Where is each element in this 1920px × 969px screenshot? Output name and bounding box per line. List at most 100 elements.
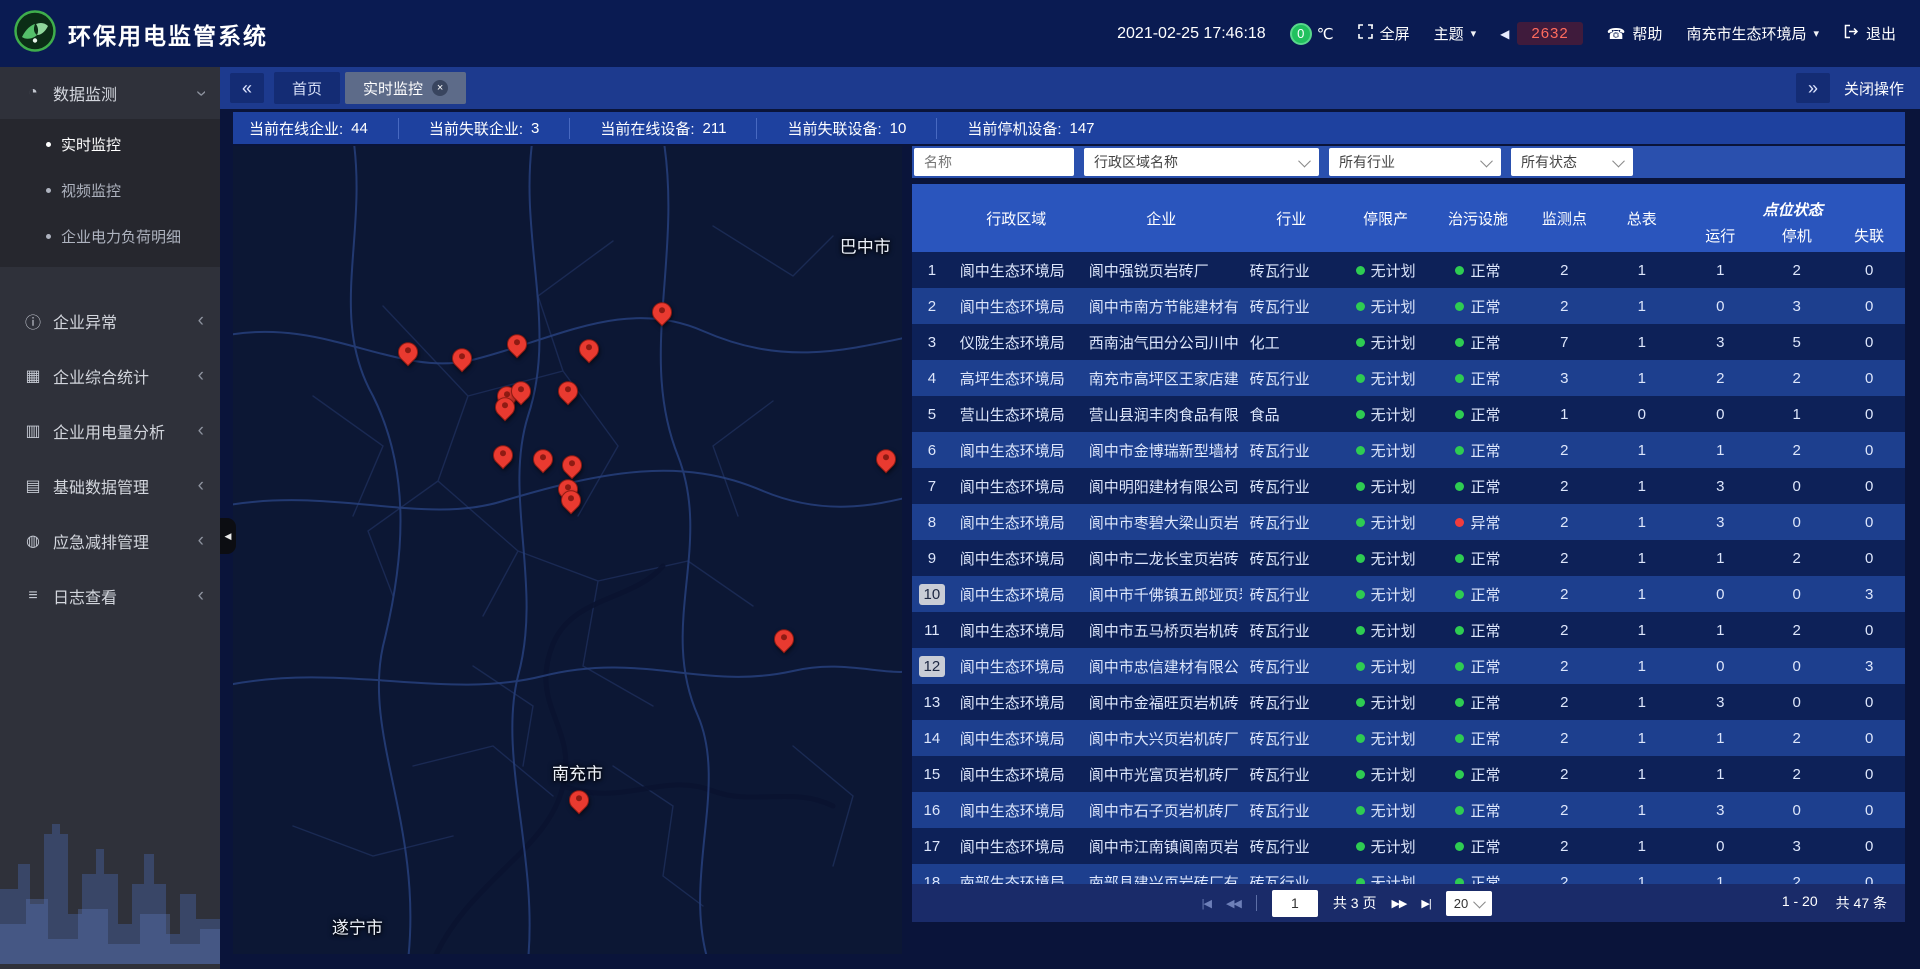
table-row[interactable]: 17 阆中生态环境局 阆中市江南镇阆南页岩 砖瓦行业 无计划 正常 2 1 0 <box>912 828 1905 864</box>
map-pin-icon[interactable] <box>562 455 582 475</box>
table-row[interactable]: 11 阆中生态环境局 阆中市五马桥页岩机砖 砖瓦行业 无计划 正常 2 1 1 <box>912 612 1905 648</box>
stat-item: 当前在线设备: 211 <box>569 118 756 139</box>
cell-industry: 砖瓦行业 <box>1242 432 1341 468</box>
table-row[interactable]: 1 阆中生态环境局 阆中强锐页岩砖厂 砖瓦行业 无计划 正常 2 1 1 <box>912 252 1905 288</box>
map-pin-icon[interactable] <box>561 490 581 510</box>
region-filter-select[interactable]: 行政区域名称 <box>1084 148 1319 176</box>
map-pin-icon[interactable] <box>452 349 472 369</box>
cell-region: 阆中生态环境局 <box>952 576 1081 612</box>
map-pin-icon[interactable] <box>495 397 515 417</box>
prev-page-button[interactable]: ◀◀ <box>1226 897 1241 910</box>
cell-meter: 1 <box>1603 576 1680 612</box>
facility-text: 正常 <box>1470 620 1500 641</box>
org-dropdown[interactable]: 南充市生态环境局 ▾ <box>1686 23 1819 44</box>
sidebar-group-data-monitoring[interactable]: ◔ 数据监测 <box>0 67 220 119</box>
sidebar-collapse-button[interactable]: ◀ <box>220 518 236 554</box>
tabs: 首页 实时监控 × <box>274 72 466 104</box>
tab[interactable]: 实时监控 × <box>345 72 466 104</box>
industry-filter-select[interactable]: 所有行业 <box>1329 148 1501 176</box>
name-filter-input[interactable] <box>914 148 1074 176</box>
column-header-meter: 总表 <box>1603 184 1680 252</box>
logout-button[interactable]: 退出 <box>1843 23 1896 44</box>
sidebar-group[interactable]: ◍ 应急减排管理 <box>0 513 220 568</box>
last-page-button[interactable]: ▶| <box>1421 897 1430 910</box>
status-dot <box>1455 842 1464 851</box>
close-operations-button[interactable]: 关闭操作 <box>1844 78 1904 99</box>
theme-dropdown[interactable]: 主题 ▾ <box>1434 23 1477 44</box>
sidebar-item[interactable]: 视频监控 <box>0 167 220 213</box>
map-pin-icon[interactable] <box>507 334 527 354</box>
status-dot <box>1356 338 1365 347</box>
close-icon[interactable]: × <box>432 80 448 96</box>
table-row[interactable]: 13 阆中生态环境局 阆中市金福旺页岩机砖 砖瓦行业 无计划 正常 2 1 3 <box>912 684 1905 720</box>
map-pin-icon[interactable] <box>876 449 896 469</box>
column-header-region: 行政区域 <box>952 184 1081 252</box>
tab[interactable]: 首页 <box>274 72 340 104</box>
table-row[interactable]: 15 阆中生态环境局 阆中市光富页岩机砖厂 砖瓦行业 无计划 正常 2 1 1 <box>912 756 1905 792</box>
cell-lost: 0 <box>1833 684 1904 720</box>
app-header: 环保用电监管系统 2021-02-25 17:46:18 0 ℃ 全屏 主题 ▾… <box>0 0 1920 67</box>
scroll-tabs-left-button[interactable]: « <box>230 73 264 103</box>
cell-lost: 0 <box>1833 504 1904 540</box>
skyline-decoration <box>0 794 220 969</box>
status-dot <box>1356 842 1365 851</box>
cell-limit: 无计划 <box>1341 468 1430 504</box>
alarm-indicator[interactable]: ◀ 2632 <box>1500 22 1583 45</box>
help-button[interactable]: ☎ 帮助 <box>1607 23 1663 44</box>
row-index: 16 <box>919 800 945 821</box>
sidebar-group[interactable]: ▥ 企业用电量分析 <box>0 403 220 458</box>
fullscreen-button[interactable]: 全屏 <box>1358 23 1410 44</box>
map-pin-icon[interactable] <box>579 339 599 359</box>
sidebar-item[interactable]: 企业电力负荷明细 <box>0 213 220 259</box>
next-page-button[interactable]: ▶▶ <box>1391 897 1406 910</box>
column-header-monitor: 监测点 <box>1526 184 1603 252</box>
map[interactable]: 巴中市 南充市 遂宁市 <box>233 146 902 954</box>
table-row[interactable]: 9 阆中生态环境局 阆中市二龙长宝页岩砖 砖瓦行业 无计划 正常 2 1 1 <box>912 540 1905 576</box>
fullscreen-label: 全屏 <box>1380 23 1410 44</box>
cell-monitor: 2 <box>1526 576 1603 612</box>
cell-limit: 无计划 <box>1341 252 1430 288</box>
map-pin-icon[interactable] <box>652 303 672 323</box>
cell-run: 0 <box>1681 648 1760 684</box>
cell-industry: 砖瓦行业 <box>1242 504 1341 540</box>
map-pin-icon[interactable] <box>398 342 418 362</box>
sidebar-item[interactable]: 实时监控 <box>0 121 220 167</box>
cell-run: 0 <box>1681 576 1760 612</box>
map-pin-icon[interactable] <box>558 381 578 401</box>
scroll-tabs-right-button[interactable]: » <box>1796 73 1830 103</box>
page-size-select[interactable]: 20 <box>1446 891 1492 916</box>
sidebar-group[interactable]: ▤ 基础数据管理 <box>0 458 220 513</box>
page-number-input[interactable] <box>1272 890 1318 917</box>
map-pin-icon[interactable] <box>774 629 794 649</box>
table-row[interactable]: 10 阆中生态环境局 阆中市千佛镇五郎垭页岩 砖瓦行业 无计划 正常 2 1 0 <box>912 576 1905 612</box>
table-row[interactable]: 2 阆中生态环境局 阆中市南方节能建材有 砖瓦行业 无计划 正常 2 1 0 <box>912 288 1905 324</box>
sidebar-group[interactable]: ≡ 日志查看 <box>0 568 220 623</box>
table-row[interactable]: 5 营山生态环境局 营山县润丰肉食品有限 食品 无计划 正常 1 0 0 <box>912 396 1905 432</box>
table-row[interactable]: 6 阆中生态环境局 阆中市金博瑞新型墙材 砖瓦行业 无计划 正常 2 1 1 <box>912 432 1905 468</box>
table-row[interactable]: 14 阆中生态环境局 阆中市大兴页岩机砖厂 砖瓦行业 无计划 正常 2 1 1 <box>912 720 1905 756</box>
cell-meter: 1 <box>1603 720 1680 756</box>
map-pin-icon[interactable] <box>569 790 589 810</box>
table-row[interactable]: 8 阆中生态环境局 阆中市枣碧大梁山页岩 砖瓦行业 无计划 异常 2 1 3 <box>912 504 1905 540</box>
sidebar-groups: ⓘ 企业异常 ▦ 企业综合统计 ▥ 企业用电量分析 ▤ <box>0 293 220 623</box>
sidebar-group[interactable]: ▦ 企业综合统计 <box>0 348 220 403</box>
map-pin-icon[interactable] <box>493 446 513 466</box>
table-row[interactable]: 7 阆中生态环境局 阆中明阳建材有限公司 砖瓦行业 无计划 正常 2 1 3 <box>912 468 1905 504</box>
map-pin-icon[interactable] <box>533 449 553 469</box>
cell-monitor: 2 <box>1526 432 1603 468</box>
table-row[interactable]: 12 阆中生态环境局 阆中市忠信建材有限公 砖瓦行业 无计划 正常 2 1 0 <box>912 648 1905 684</box>
cell-lost: 0 <box>1833 468 1904 504</box>
table-row[interactable]: 3 仪陇生态环境局 西南油气田分公司川中 化工 无计划 正常 7 1 3 <box>912 324 1905 360</box>
cell-company: 营山县润丰肉食品有限 <box>1081 396 1242 432</box>
sidebar-group[interactable]: ⓘ 企业异常 <box>0 293 220 348</box>
cell-lost: 0 <box>1833 864 1904 884</box>
status-filter-select[interactable]: 所有状态 <box>1511 148 1633 176</box>
first-page-button[interactable]: |◀ <box>1202 897 1211 910</box>
table-row[interactable]: 18 南部生态环境局 南部县建兴页岩砖厂有 砖瓦行业 无计划 正常 2 1 1 <box>912 864 1905 884</box>
cell-industry: 砖瓦行业 <box>1242 720 1341 756</box>
cell-run: 3 <box>1681 468 1760 504</box>
limit-text: 无计划 <box>1371 728 1416 749</box>
table-row[interactable]: 16 阆中生态环境局 阆中市石子页岩机砖厂 砖瓦行业 无计划 正常 2 1 3 <box>912 792 1905 828</box>
table-row[interactable]: 4 高坪生态环境局 南充市高坪区王家店建 砖瓦行业 无计划 正常 3 1 2 <box>912 360 1905 396</box>
status-dot <box>1356 626 1365 635</box>
